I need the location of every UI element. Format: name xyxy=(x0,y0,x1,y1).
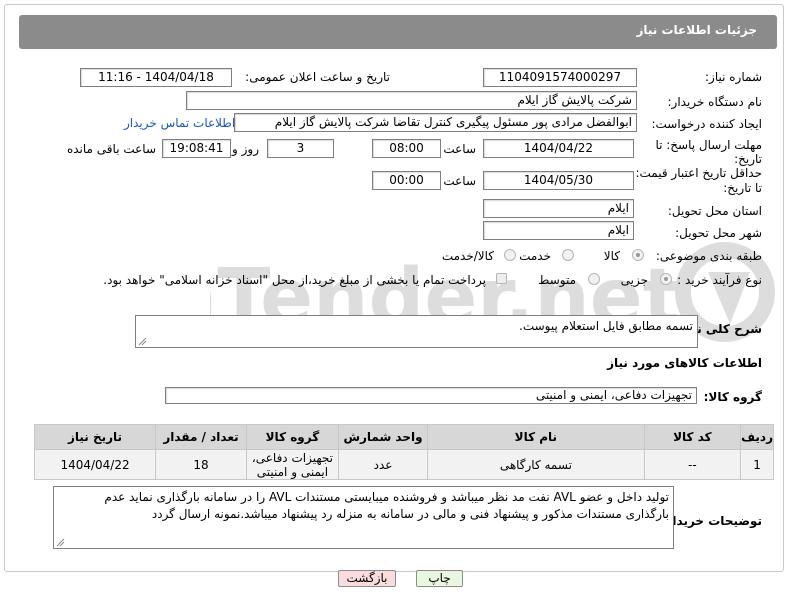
table-row[interactable]: 1 -- تسمه کارگاهی عدد تجهیزات دفاعی، ایم… xyxy=(33,449,774,480)
creator-label: ایجاد کننده درخواست: xyxy=(651,117,762,131)
table-header-row: ردیف کد کالا نام کالا واحد شمارش گروه کا… xyxy=(33,424,774,450)
col-qty-header: تعداد / مقدار xyxy=(155,424,247,450)
section-header: جزئیات اطلاعات نیاز xyxy=(19,15,777,49)
remaining-time-label: ساعت باقی مانده xyxy=(66,142,156,156)
cell-unit: عدد xyxy=(337,449,429,480)
announce-date-label: تاریخ و ساعت اعلان عمومی: xyxy=(245,70,390,84)
col-row-header: ردیف xyxy=(740,424,774,450)
cell-date: 1404/04/22 xyxy=(33,449,157,480)
buyer-contact-link[interactable]: اطلاعات تماس خریدار xyxy=(124,116,235,130)
deadline-days-field: 3 xyxy=(267,139,334,158)
buyer-org-field: شرکت پالایش گاز ایلام xyxy=(186,91,637,110)
goods-section-title: اطلاعات کالاهای مورد نیاز xyxy=(607,356,762,370)
announce-date-field: 1404/04/18 - 11:16 xyxy=(80,68,232,87)
validity-time-field: 00:00 xyxy=(372,171,441,190)
description-text: تسمه مطابق فایل استعلام پیوست. xyxy=(519,319,693,333)
treasury-payment-note: پرداخت تمام یا بخشی از مبلغ خرید،از محل … xyxy=(103,273,486,287)
buyer-notes-textarea[interactable]: تولید داخل و عضو AVL نفت مد نظر میباشد و… xyxy=(53,486,674,549)
process-label: نوع فرآیند خرید : xyxy=(677,273,762,287)
creator-field: ابوالفضل مرادی پور مسئول پیگیری کنترل تق… xyxy=(234,113,637,132)
category-goods-label: کالا xyxy=(603,249,620,263)
validity-label-2: تا تاریخ: xyxy=(723,181,762,195)
deadline-time-field: 08:00 xyxy=(372,139,441,158)
category-service-radio[interactable] xyxy=(562,249,574,261)
cell-qty: 18 xyxy=(155,449,247,480)
col-date-header: تاریخ نیاز xyxy=(33,424,157,450)
process-medium-radio[interactable] xyxy=(588,273,600,285)
treasury-payment-checkbox[interactable] xyxy=(496,273,507,284)
deadline-date-field: 1404/04/22 xyxy=(483,139,634,158)
need-number-label: شماره نیاز: xyxy=(705,70,762,84)
city-field: ایلام xyxy=(483,221,634,240)
col-code-header: کد کالا xyxy=(643,424,742,450)
city-label: شهر محل تحویل: xyxy=(675,226,762,240)
category-goods-service-label: کالا/خدمت xyxy=(441,249,494,263)
goods-table: ردیف کد کالا نام کالا واحد شمارش گروه کا… xyxy=(33,424,774,480)
deadline-label-2: تاریخ: xyxy=(734,152,762,166)
validity-date-field: 1404/05/30 xyxy=(483,171,634,190)
deadline-label-1: مهلت ارسال پاسخ: تا xyxy=(655,138,762,152)
category-service-label: خدمت xyxy=(519,249,551,263)
remaining-time-field: 19:08:41 xyxy=(162,139,231,158)
resize-grip-icon[interactable] xyxy=(138,337,147,346)
category-goods-radio[interactable] xyxy=(632,249,644,261)
col-group-header: گروه کالا xyxy=(245,424,339,450)
cell-row: 1 xyxy=(740,449,774,480)
resize-grip-icon[interactable] xyxy=(56,538,65,547)
validity-time-label: ساعت xyxy=(443,174,476,188)
validity-label-1: حداقل تاریخ اعتبار قیمت: xyxy=(635,166,762,180)
province-field: ایلام xyxy=(483,199,634,218)
cell-code: -- xyxy=(643,449,742,480)
goods-group-label: گروه کالا: xyxy=(703,390,762,404)
category-goods-service-radio[interactable] xyxy=(504,249,516,261)
deadline-time-label: ساعت xyxy=(443,142,476,156)
col-name-header: نام کالا xyxy=(427,424,645,450)
process-medium-label: متوسط xyxy=(538,273,576,287)
deadline-days-label: روز و xyxy=(232,142,259,156)
category-label: طبقه بندی موضوعی: xyxy=(655,249,762,263)
buyer-notes-text: تولید داخل و عضو AVL نفت مد نظر میباشد و… xyxy=(104,490,669,521)
section-title: جزئیات اطلاعات نیاز xyxy=(636,23,757,37)
buyer-org-label: نام دستگاه خریدار: xyxy=(667,95,763,109)
back-button[interactable]: بازگشت xyxy=(338,570,396,587)
cell-name: تسمه کارگاهی xyxy=(427,449,645,480)
province-label: استان محل تحویل: xyxy=(667,204,762,218)
process-minor-radio[interactable] xyxy=(660,273,672,285)
col-unit-header: واحد شمارش xyxy=(337,424,429,450)
buyer-notes-label: توضیحات خریدار: xyxy=(660,514,762,528)
goods-group-field: تجهیزات دفاعی، ایمنی و امنیتی xyxy=(165,387,697,404)
process-minor-label: جزیی xyxy=(620,273,648,287)
description-textarea[interactable]: تسمه مطابق فایل استعلام پیوست. xyxy=(135,315,698,348)
cell-group: تجهیزات دفاعی، ایمنی و امنیتی xyxy=(245,449,339,480)
print-button[interactable]: چاپ xyxy=(416,570,463,587)
need-number-field: 1104091574000297 xyxy=(483,68,637,87)
